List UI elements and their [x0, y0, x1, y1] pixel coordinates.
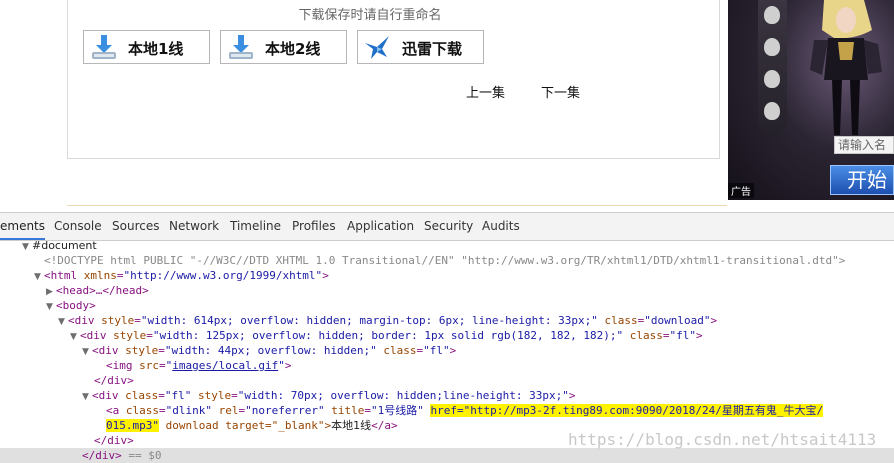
local-line-2-label: 本地2线	[265, 40, 321, 58]
tab-profiles[interactable]: Profiles	[292, 213, 336, 240]
thunder-download-button[interactable]: 迅雷下载	[357, 30, 484, 64]
dom-node-document[interactable]: ▼ #document	[22, 238, 97, 253]
expand-arrow-icon[interactable]: ▼	[22, 240, 32, 255]
tab-security[interactable]: Security	[424, 213, 473, 240]
highlighted-href-end: 015.mp3"	[106, 419, 159, 432]
dom-node-img[interactable]: <img src="images/local.gif">	[106, 358, 291, 373]
dom-node-doctype[interactable]: <!DOCTYPE html PUBLIC "-//W3C//DTD XHTML…	[44, 253, 845, 268]
ad-tag: 广告	[728, 183, 754, 198]
dom-node-anchor-cont[interactable]: 015.mp3" download target="_blank">本地1线</…	[106, 418, 398, 433]
dom-node-div-fl[interactable]: ▼ <div style="width: 125px; overflow: hid…	[70, 328, 703, 343]
ad-name-input[interactable]: 请输入名	[834, 136, 894, 154]
dom-node-div-link[interactable]: ▼ <div class="fl" style="width: 70px; ove…	[82, 388, 576, 403]
expand-arrow-icon[interactable]: ▼	[82, 345, 92, 360]
web-page: 下载保存时请自行重命名 本地1线 本地2线 迅雷下载 上一集 下一集 请输入名 …	[0, 0, 894, 208]
devtools-tab-bar: ements Console Sources Network Timeline …	[0, 212, 894, 241]
dom-node-head[interactable]: ▶ <head>…</head>	[46, 283, 149, 298]
tab-elements[interactable]: ements	[0, 213, 46, 240]
dom-node-div-download[interactable]: ▼ <div style="width: 614px; overflow: hid…	[58, 313, 717, 328]
expand-arrow-icon[interactable]: ▼	[70, 330, 80, 345]
mask-icon	[764, 6, 780, 24]
next-episode-link[interactable]: 下一集	[541, 82, 580, 101]
local-line-1-label: 本地1线	[128, 40, 184, 58]
helmet-icon	[764, 70, 780, 88]
helmet-icon	[764, 38, 780, 56]
divider	[67, 205, 727, 206]
dom-tree: ▼ #document <!DOCTYPE html PUBLIC "-//W3C…	[0, 238, 894, 463]
img-src-link[interactable]: images/local.gif	[172, 359, 278, 372]
tab-console[interactable]: Console	[54, 213, 102, 240]
tab-network[interactable]: Network	[169, 213, 219, 240]
tab-sources[interactable]: Sources	[112, 213, 159, 240]
local-line-2-button[interactable]: 本地2线	[220, 30, 347, 64]
dom-node-div-icon[interactable]: ▼ <div style="width: 44px; overflow: hidd…	[82, 343, 456, 358]
tab-application[interactable]: Application	[347, 213, 414, 240]
ad-start-button[interactable]: 开始	[830, 165, 894, 195]
devtools-panel: ements Console Sources Network Timeline …	[0, 208, 894, 463]
dom-node-div-close: </div>	[94, 434, 134, 447]
dom-node-anchor[interactable]: <a class="dlink" rel="noreferrer" title=…	[106, 403, 824, 418]
dom-node-selected[interactable]: </div> == $0	[0, 448, 894, 463]
mask-icon	[764, 102, 780, 120]
highlighted-href: href="http://mp3-2f.ting89.com:9090/2018…	[430, 404, 824, 417]
download-icon	[229, 35, 253, 59]
watermark: https://blog.csdn.net/htsait4113	[568, 430, 877, 449]
character-illustration	[810, 0, 882, 135]
expand-arrow-icon[interactable]: ▼	[34, 270, 44, 285]
download-panel	[67, 0, 720, 159]
dom-node-body[interactable]: ▼ <body>	[46, 298, 96, 313]
tab-audits[interactable]: Audits	[482, 213, 520, 240]
download-hint: 下载保存时请自行重命名	[298, 8, 442, 23]
expand-arrow-icon[interactable]: ▼	[82, 390, 92, 405]
expand-arrow-icon[interactable]: ▼	[58, 315, 68, 330]
local-line-1-button[interactable]: 本地1线	[83, 30, 210, 64]
dom-node-div-close: </div>	[94, 374, 134, 387]
tab-timeline[interactable]: Timeline	[230, 213, 281, 240]
dom-node-html[interactable]: ▼ <html xmlns="http://www.w3.org/1999/xht…	[34, 268, 329, 283]
thunder-bird-icon	[365, 36, 389, 59]
thunder-download-label: 迅雷下载	[402, 40, 463, 58]
expand-arrow-icon[interactable]: ▼	[46, 300, 56, 315]
download-icon	[92, 35, 116, 59]
prev-episode-link[interactable]: 上一集	[466, 82, 505, 101]
game-ad-banner[interactable]: 请输入名 开始 广告	[728, 0, 894, 200]
